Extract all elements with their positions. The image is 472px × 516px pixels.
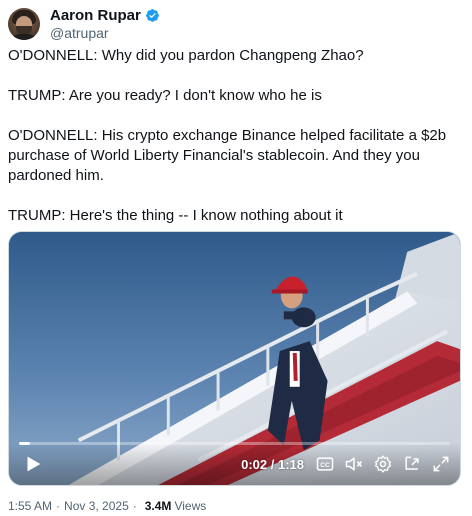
volume-icon[interactable] — [343, 453, 365, 475]
tweet-header: Aaron Rupar @atrupar — [8, 4, 160, 44]
tweet-paragraph: O'DONNELL: Why did you pardon Changpeng … — [8, 47, 364, 64]
video-time: 0:02 / 1:18 — [241, 456, 304, 472]
fullscreen-icon[interactable] — [430, 453, 452, 475]
video-player[interactable]: 0:02 / 1:18 CC — [8, 231, 461, 486]
meta-separator: · — [56, 499, 61, 513]
tweet-time[interactable]: 1:55 AM — [8, 499, 52, 513]
tweet-date[interactable]: Nov 3, 2025 — [64, 499, 129, 513]
settings-icon[interactable] — [372, 453, 394, 475]
author-display-name[interactable]: Aaron Rupar — [50, 7, 141, 25]
meta-separator: · — [132, 499, 137, 513]
name-row: Aaron Rupar — [50, 7, 160, 25]
captions-icon[interactable]: CC — [314, 453, 336, 475]
verified-badge-icon — [145, 9, 159, 22]
tweet-meta: 1:55 AM · Nov 3, 2025 · 3.4M Views — [8, 499, 206, 513]
tweet-paragraph: TRUMP: Here's the thing -- I know nothin… — [8, 207, 343, 224]
tweet-text: O'DONNELL: Why did you pardon Changpeng … — [8, 46, 466, 226]
tweet-paragraph: O'DONNELL: His crypto exchange Binance h… — [8, 127, 447, 184]
author-handle[interactable]: @atrupar — [50, 25, 160, 42]
video-controls: 0:02 / 1:18 CC — [9, 443, 460, 485]
views-count: 3.4M — [144, 499, 172, 513]
play-icon[interactable] — [19, 450, 47, 478]
avatar-shirt — [10, 34, 38, 40]
svg-text:CC: CC — [320, 462, 330, 469]
avatar[interactable] — [8, 8, 40, 40]
views-label: Views — [174, 499, 207, 513]
video-control-icons: CC — [314, 453, 452, 475]
author-names: Aaron Rupar @atrupar — [50, 7, 160, 42]
tweet-paragraph: TRUMP: Are you ready? I don't know who h… — [8, 87, 322, 104]
pop-out-icon[interactable] — [401, 453, 423, 475]
